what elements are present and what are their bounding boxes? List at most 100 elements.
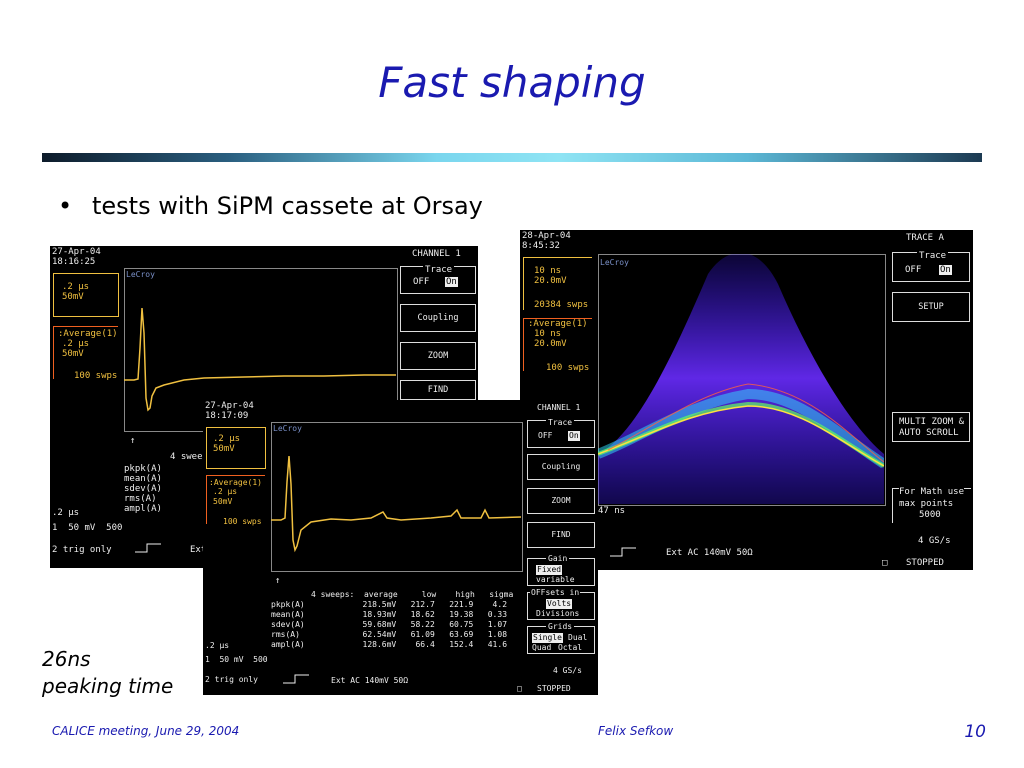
- scope1-param-pkpk: pkpk(A): [124, 464, 162, 474]
- peaking-time-note: 26ns peaking time: [42, 646, 173, 700]
- scope1-avg-label: :Average(1): [58, 329, 118, 339]
- scope2-gain-fixed: Fixed: [536, 565, 563, 575]
- scope3-avg-timebase: 10 ns: [534, 329, 562, 339]
- footer-center: Felix Sefkow: [598, 724, 674, 738]
- scope2-offsets-toggle[interactable]: OFFsets in Volts Divisions: [527, 588, 595, 620]
- scope2-grids-label: Grids: [546, 622, 575, 632]
- scope2-stats-row-rms: rms(A) 62.54mV 61.09 63.69 1.08: [271, 630, 508, 639]
- scope2-trace-toggle[interactable]: Trace OFF On: [527, 418, 595, 448]
- scope1-channel-box: .2 µs 50mV: [53, 273, 119, 317]
- scope2-stats-row-sdev: sdev(A) 59.68mV 58.22 60.75 1.07: [271, 620, 508, 629]
- scope3-ch-sweeps: 20384 swps: [534, 300, 589, 310]
- scope2-date: 27-Apr-04: [205, 401, 254, 411]
- scope1-sweeps: 100 swps: [74, 371, 118, 381]
- scope1-avg-timebase: .2 µs: [62, 339, 90, 349]
- scope1-ch-timebase: .2 µs: [62, 282, 90, 292]
- scope3-trace-toggle[interactable]: Trace OFF On: [892, 251, 970, 282]
- scope2-status-checkbox-icon: □: [517, 684, 522, 693]
- scope2-find-button[interactable]: FIND: [527, 522, 595, 548]
- scope1-param-sdev: sdev(A): [124, 484, 162, 494]
- scope2-offsets-volts: Volts: [546, 599, 573, 609]
- scope1-param-rms: rms(A): [124, 494, 157, 504]
- scope2-status: STOPPED: [537, 684, 571, 693]
- scope2-trigger-edge-icon: [283, 674, 309, 684]
- scope3-average-box: :Average(1) 10 ns 20.0mV 100 swps: [523, 318, 592, 373]
- scope3-math-box: For Math use max points 5000: [892, 487, 971, 523]
- scope3-multizoom-button[interactable]: MULTI ZOOM & AUTO SCROLL: [892, 412, 970, 442]
- scope2-ch1-scale: 1 50 mV 500: [205, 655, 268, 664]
- scope2-stats-row-ampl: ampl(A) 128.6mV 66.4 152.4 41.6: [271, 640, 508, 649]
- scope2-grids-quad: Quad: [532, 643, 552, 652]
- scope1-coupling-button[interactable]: Coupling: [400, 304, 476, 332]
- scope3-sweeps: 100 swps: [546, 363, 590, 373]
- scope3-setup-button[interactable]: SETUP: [892, 292, 970, 322]
- scope1-trace-toggle[interactable]: Trace OFF On: [400, 265, 476, 294]
- scope2-avg-volts: 50mV: [213, 497, 233, 506]
- scope2-ch-timebase: .2 µs: [213, 434, 241, 444]
- scope1-trace-on: On: [445, 277, 458, 287]
- scope1-bottom-timebase: .2 µs: [52, 508, 80, 518]
- slide-title: Fast shaping: [378, 58, 646, 107]
- scope1-trace-label: Trace: [423, 265, 455, 275]
- scope1-menu-title: CHANNEL 1: [412, 249, 461, 259]
- scope2-stats-row-pkpk: pkpk(A) 218.5mV 212.7 221.9 4.2: [271, 600, 508, 609]
- scope3-ch-volts: 20.0mV: [534, 276, 567, 286]
- scope3-ext: Ext AC 140mV 50Ω: [666, 548, 753, 558]
- scope2-gain-label: Gain: [546, 554, 570, 564]
- scope2-grids-single: Single: [532, 633, 563, 643]
- scope3-trace-on: On: [939, 265, 952, 275]
- note-line-2: peaking time: [42, 674, 174, 698]
- scope3-menu-title: TRACE A: [906, 233, 944, 243]
- bullet-dot-icon: •: [58, 192, 73, 220]
- scope3-rate: 4 GS/s: [918, 536, 951, 546]
- scope2-grids-dual: Dual: [568, 633, 588, 642]
- scope2-channel-box: .2 µs 50mV: [206, 427, 266, 469]
- scope2-gain-variable: variable: [536, 575, 575, 584]
- scope3-avg-volts: 20.0mV: [534, 339, 567, 349]
- scope3-trigger-edge-icon: [610, 547, 636, 557]
- scope3-ch-timebase: 10 ns: [534, 266, 562, 276]
- scope1-average-box: :Average(1) .2 µs 50mV 100 swps: [53, 326, 118, 381]
- scope2-ch-volts: 50mV: [213, 444, 235, 454]
- scope2-sweeps: 100 swps: [223, 517, 262, 526]
- scope3-persistence-display: [598, 254, 884, 504]
- scope2-rate: 4 GS/s: [553, 666, 582, 675]
- scope2-offsets-divisions: Divisions: [536, 609, 580, 618]
- scope3-avg-label: :Average(1): [528, 319, 588, 329]
- scope1-trigger-edge-icon: [135, 543, 161, 553]
- scope2-gain-toggle[interactable]: Gain Fixed variable: [527, 554, 595, 586]
- header-divider-bar: [42, 153, 982, 162]
- bullet-item: • tests with SiPM cassete at Orsay: [58, 192, 483, 220]
- scope1-ch1-scale: 1 50 mV 500: [52, 523, 123, 533]
- scope3-status-checkbox-icon: □: [882, 558, 888, 568]
- page-number: 10: [964, 722, 986, 742]
- scope1-date: 27-Apr-04: [52, 247, 101, 257]
- scope2-waveform: [271, 455, 521, 553]
- scope2-trace-label: Trace: [546, 418, 575, 428]
- scope3-trace-off: OFF: [905, 265, 922, 275]
- scope1-trig-mode: 2 trig only: [52, 545, 112, 555]
- scope2-trace-off: OFF: [538, 431, 553, 440]
- scope1-param-mean: mean(A): [124, 474, 162, 484]
- scope1-zoom-button[interactable]: ZOOM: [400, 342, 476, 370]
- scope2-stats-header: 4 sweeps: average low high sigma: [311, 590, 514, 599]
- scope3-multizoom-line2: AUTO SCROLL: [899, 428, 959, 438]
- scope2-grids-toggle[interactable]: Grids Single Dual Quad Octal: [527, 622, 595, 654]
- scope1-time: 18:16:25: [52, 257, 96, 267]
- scope2-trigger-marker-icon: ↑: [275, 576, 281, 586]
- bullet-text: tests with SiPM cassete at Orsay: [92, 192, 483, 220]
- scope3-math-label: For Math use: [899, 487, 965, 497]
- scope2-zoom-button[interactable]: ZOOM: [527, 488, 595, 514]
- scope1-trace-off: OFF: [413, 277, 430, 287]
- scope3-status: STOPPED: [906, 558, 944, 568]
- scope1-trigger-marker-icon: ↑: [130, 436, 136, 446]
- scope2-coupling-button[interactable]: Coupling: [527, 454, 595, 480]
- scope1-find-button[interactable]: FIND: [400, 380, 476, 400]
- scope3-multizoom-line1: MULTI ZOOM &: [899, 417, 965, 427]
- scope3-date: 28-Apr-04: [522, 231, 571, 241]
- scope3-time: 8:45:32: [522, 241, 560, 251]
- scope3-cursor-readout: 47 ns: [598, 506, 626, 516]
- scope1-ch-volts: 50mV: [62, 292, 84, 302]
- scope2-ext: Ext AC 140mV 50Ω: [331, 676, 409, 685]
- scope2-grids-octal: Octal: [558, 643, 583, 652]
